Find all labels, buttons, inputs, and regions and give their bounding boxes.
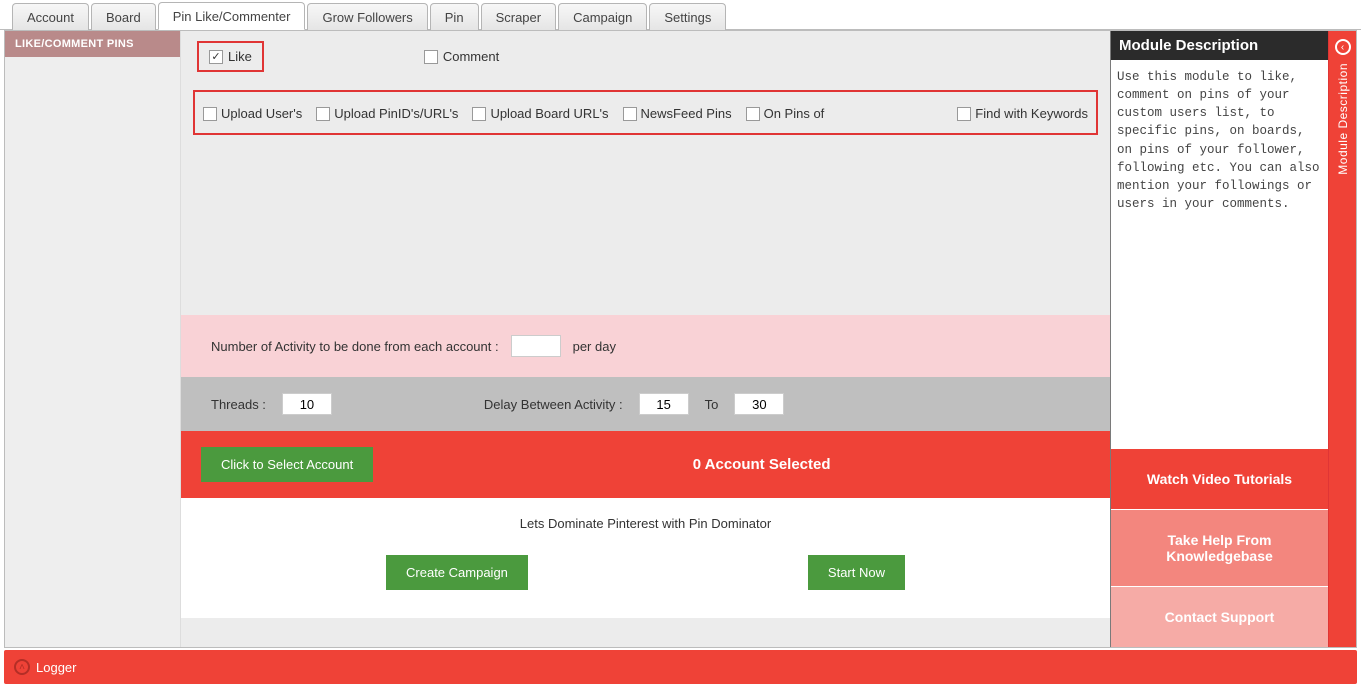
tab-board[interactable]: Board [91, 3, 156, 30]
center-panel: ✓ Like Comment Upload User's Upload PinI… [181, 31, 1110, 647]
like-checkbox-highlight: ✓ Like [197, 41, 264, 72]
left-nav: LIKE/COMMENT PINS [5, 31, 181, 647]
newsfeed-checkbox[interactable] [623, 107, 637, 121]
activity-perday: per day [573, 339, 616, 354]
upload-board-checkbox[interactable] [472, 107, 486, 121]
upload-pinids-checkbox[interactable] [316, 107, 330, 121]
delay-label: Delay Between Activity : [484, 397, 623, 412]
like-checkbox[interactable]: ✓ [209, 50, 223, 64]
select-account-button[interactable]: Click to Select Account [201, 447, 373, 482]
activity-input[interactable] [511, 335, 561, 357]
upload-pinids-label: Upload PinID's/URL's [334, 106, 458, 121]
create-campaign-button[interactable]: Create Campaign [386, 555, 528, 590]
activity-label: Number of Activity to be done from each … [211, 339, 499, 354]
watch-video-tutorials-button[interactable]: Watch Video Tutorials [1111, 448, 1328, 509]
account-selected-status: 0 Account Selected [433, 456, 1090, 473]
module-description-strip[interactable]: ‹ Module Description [1328, 31, 1356, 647]
tab-account[interactable]: Account [12, 3, 89, 30]
tab-campaign[interactable]: Campaign [558, 3, 647, 30]
bottom-action-area: Lets Dominate Pinterest with Pin Dominat… [181, 498, 1110, 618]
delay-from-input[interactable] [639, 393, 689, 415]
module-description-strip-label: Module Description [1336, 63, 1350, 175]
right-panel: Module Description Use this module to li… [1110, 31, 1328, 647]
chevron-right-icon: ‹ [1335, 39, 1351, 55]
tab-pin[interactable]: Pin [430, 3, 479, 30]
knowledgebase-button[interactable]: Take Help From Knowledgebase [1111, 509, 1328, 586]
threads-bar: Threads : Delay Between Activity : To [181, 377, 1110, 431]
comment-label: Comment [443, 49, 499, 64]
like-label: Like [228, 49, 252, 64]
onpinsof-label: On Pins of [764, 106, 825, 121]
main-tabs: Account Board Pin Like/Commenter Grow Fo… [0, 0, 1361, 30]
main-wrap: LIKE/COMMENT PINS ✓ Like Comment Upload … [4, 30, 1357, 648]
delay-to-label: To [705, 397, 719, 412]
threads-label: Threads : [211, 397, 266, 412]
logger-label: Logger [36, 660, 76, 675]
comment-checkbox[interactable] [424, 50, 438, 64]
tagline: Lets Dominate Pinterest with Pin Dominat… [181, 516, 1110, 531]
module-description-body: Use this module to like, comment on pins… [1111, 60, 1328, 448]
blank-area [181, 135, 1110, 315]
delay-to-input[interactable] [734, 393, 784, 415]
upload-users-label: Upload User's [221, 106, 302, 121]
tab-scraper[interactable]: Scraper [481, 3, 557, 30]
find-keywords-checkbox[interactable] [957, 107, 971, 121]
account-select-bar: Click to Select Account 0 Account Select… [181, 431, 1110, 498]
module-description-header: Module Description [1111, 31, 1328, 60]
contact-support-button[interactable]: Contact Support [1111, 586, 1328, 647]
activity-bar: Number of Activity to be done from each … [181, 315, 1110, 377]
onpinsof-checkbox[interactable] [746, 107, 760, 121]
chevron-up-icon: ˄ [14, 659, 30, 675]
newsfeed-label: NewsFeed Pins [641, 106, 732, 121]
find-keywords-label: Find with Keywords [975, 106, 1088, 121]
leftnav-like-comment-pins[interactable]: LIKE/COMMENT PINS [5, 31, 180, 57]
options-row: Upload User's Upload PinID's/URL's Uploa… [193, 90, 1098, 135]
upload-board-label: Upload Board URL's [490, 106, 608, 121]
tab-settings[interactable]: Settings [649, 3, 726, 30]
threads-input[interactable] [282, 393, 332, 415]
tab-grow-followers[interactable]: Grow Followers [307, 3, 427, 30]
start-now-button[interactable]: Start Now [808, 555, 905, 590]
tab-pin-like-commenter[interactable]: Pin Like/Commenter [158, 2, 306, 30]
upload-users-checkbox[interactable] [203, 107, 217, 121]
logger-bar[interactable]: ˄ Logger [4, 650, 1357, 684]
mode-row: ✓ Like Comment [181, 31, 1110, 82]
